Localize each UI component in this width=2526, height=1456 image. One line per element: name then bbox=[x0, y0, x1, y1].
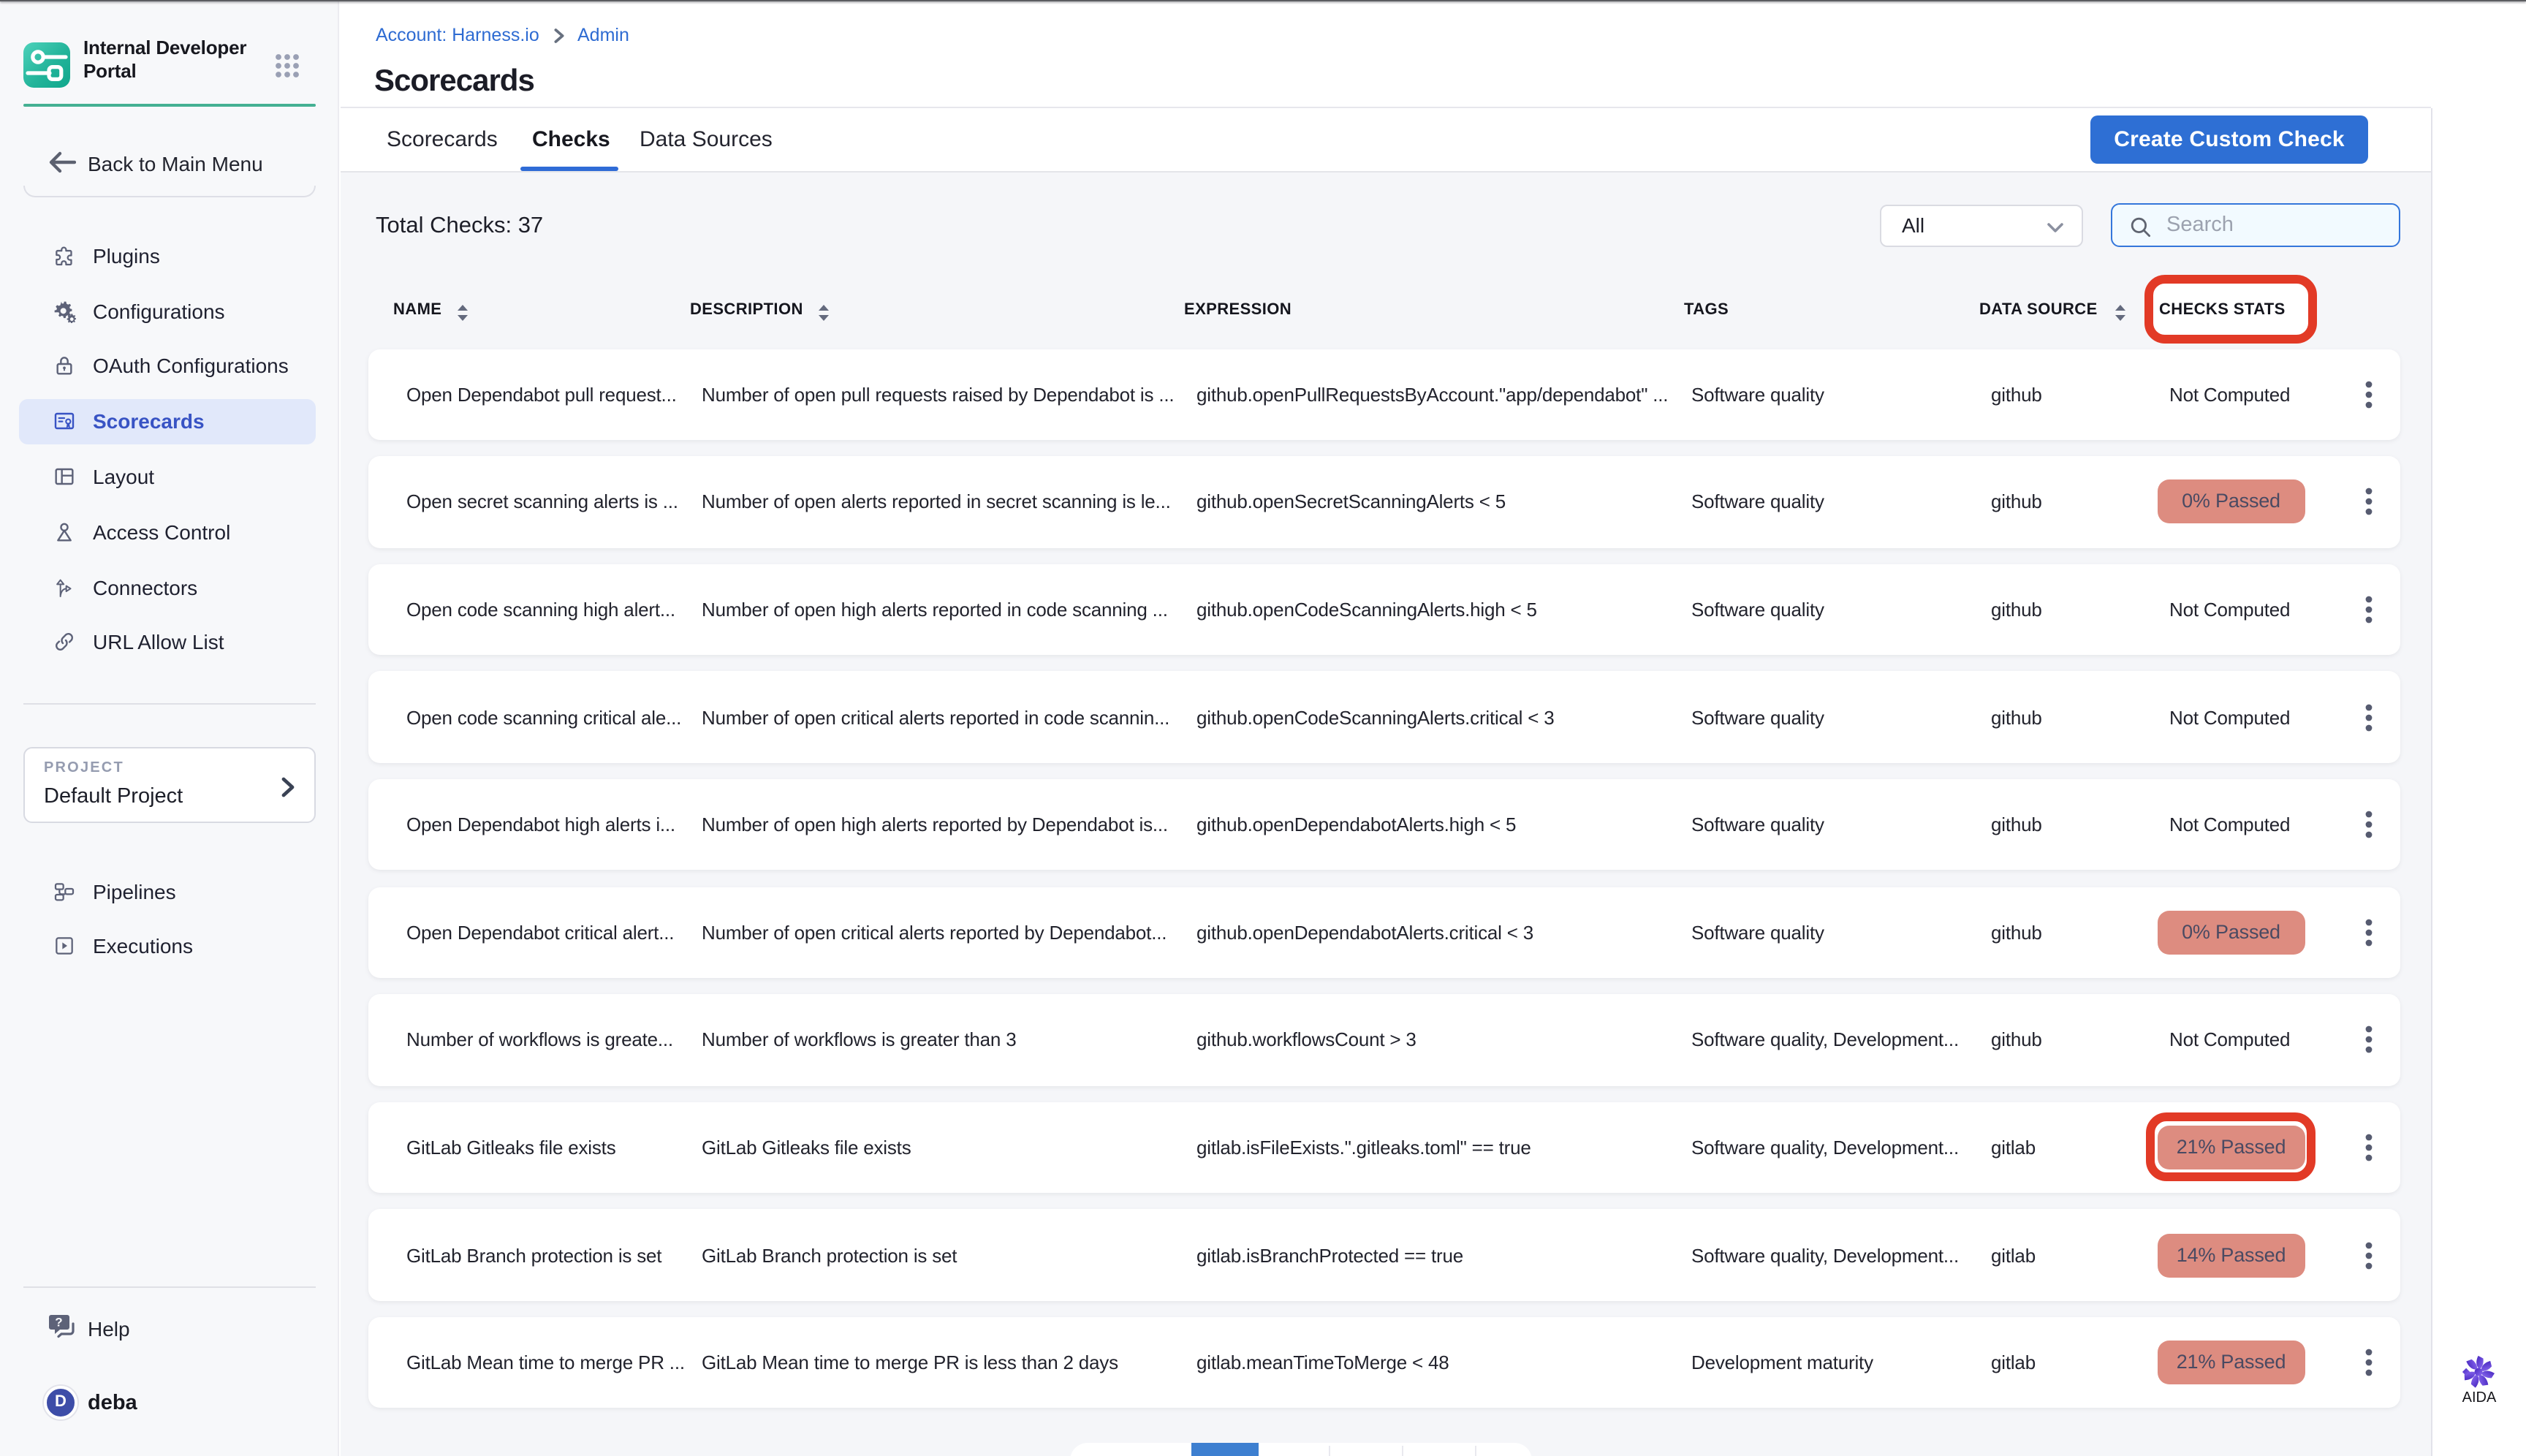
svg-text:?: ? bbox=[55, 1316, 62, 1330]
